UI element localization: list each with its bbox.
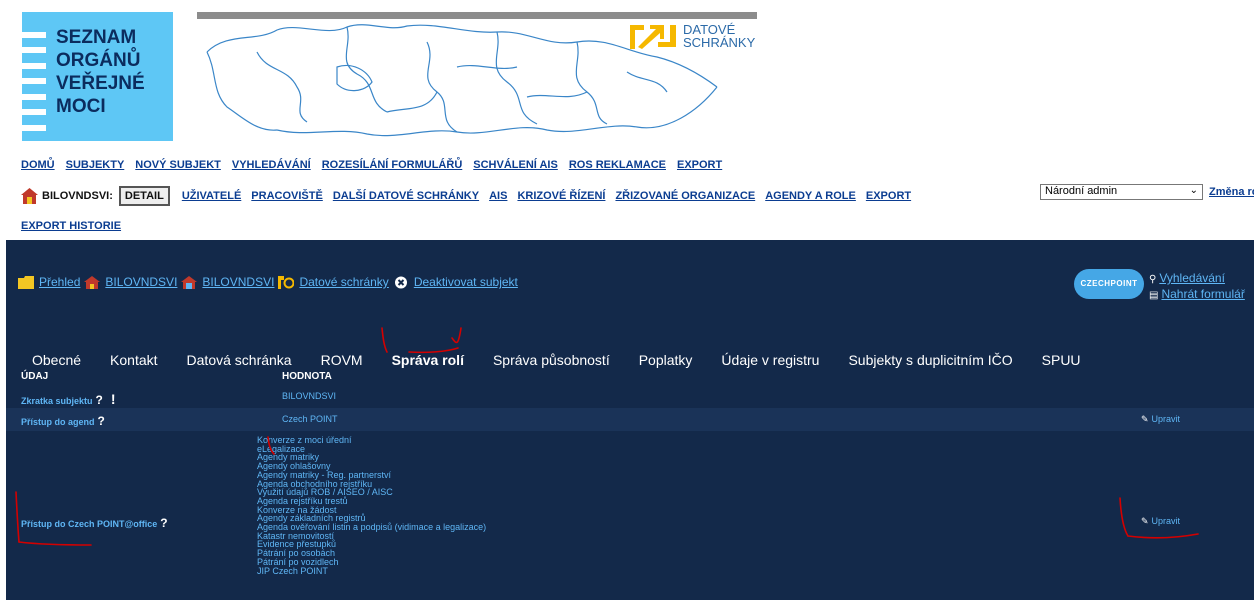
table-row: Přístup do agend? Czech POINT ✎ Upravit (6, 408, 1254, 431)
row-value: Czech POINT (282, 414, 338, 424)
datove-schranky-text: DATOVÉ SCHRÁNKY (683, 22, 756, 50)
map-top-bar (197, 12, 757, 19)
detail-button[interactable]: DETAIL (118, 186, 170, 206)
export-history-link[interactable]: EXPORT HISTORIE (21, 220, 121, 232)
czech-point-links: ⚲ Vyhledávání ▤ Nahrát formulář (1149, 271, 1245, 303)
home-icon (84, 275, 101, 289)
subject-code: BILOVNDSVI: (42, 190, 113, 202)
search-icon: ⚲ (1149, 274, 1157, 285)
agenda-list: Konverze z moci úřední eLegalizace Agend… (257, 436, 486, 575)
datove-schranky-link[interactable]: Datové schránky (299, 275, 388, 289)
nav-vyhledavani[interactable]: VYHLEDÁVÁNÍ (232, 159, 311, 171)
row-label: Přístup do Czech POINT@office? (21, 516, 168, 530)
pencil-icon: ✎ (1141, 414, 1149, 424)
nav-export[interactable]: EXPORT (677, 159, 722, 171)
czech-point-logo: CZECHPOINT (1074, 269, 1144, 299)
nav-subjekty[interactable]: SUBJEKTY (66, 159, 125, 171)
chevron-down-icon: ⌄ (1189, 185, 1198, 196)
subject-link-1[interactable]: BILOVNDSVI (105, 275, 177, 289)
subject-detail-panel: Přehled BILOVNDSVI BILOVNDSVI Datové sch… (6, 240, 1254, 600)
tab-subjekty-duplicitni-ico[interactable]: Subjekty s duplicitním IČO (848, 352, 1012, 368)
role-select-value: Národní admin (1045, 185, 1118, 197)
nav-agendy-a-role[interactable]: AGENDY A ROLE (765, 190, 856, 202)
datove-schranky-icon (278, 275, 295, 289)
role-select[interactable]: Národní admin ⌄ (1040, 184, 1203, 200)
deaktivovat-subjekt-link[interactable]: Deaktivovat subjekt (414, 275, 518, 289)
row-label: Přístup do agend? (21, 414, 105, 428)
home-blue-icon (181, 275, 198, 289)
tab-spuu[interactable]: SPUU (1042, 352, 1081, 368)
column-header-hodnota: HODNOTA (282, 371, 332, 382)
zmena-role-link[interactable]: Změna ro (1209, 186, 1254, 198)
subject-nav: BILOVNDSVI: DETAIL UŽIVATELÉ PRACOVIŠTĚ … (21, 186, 921, 206)
row-label: Zkratka subjektu?! (21, 391, 116, 407)
tab-rovm[interactable]: ROVM (321, 352, 363, 368)
edit-button[interactable]: ✎ Upravit (1141, 516, 1180, 527)
prehled-link[interactable]: Přehled (39, 275, 80, 289)
subject-breadcrumb: Přehled BILOVNDSVI BILOVNDSVI Datové sch… (18, 275, 522, 289)
row-value: BILOVNDSVI (282, 391, 337, 401)
nav-schvaleni-ais[interactable]: SCHVÁLENÍ AIS (473, 159, 558, 171)
vyhledavani-link[interactable]: Vyhledávání (1159, 271, 1225, 285)
help-icon[interactable]: ? (96, 393, 103, 407)
help-icon[interactable]: ? (98, 414, 105, 428)
table-row: Přístup do Czech POINT@office? ✎ Upravit (6, 431, 1254, 600)
folder-icon (18, 275, 34, 289)
subject-tabs: Obecné Kontakt Datová schránka ROVM Sprá… (32, 352, 1110, 368)
home-icon (21, 188, 38, 204)
nav-uzivatele[interactable]: UŽIVATELÉ (182, 190, 241, 202)
warning-icon: ! (110, 391, 116, 407)
help-icon[interactable]: ? (160, 516, 167, 530)
seznam-logo[interactable]: SEZNAM ORGÁNŮ VEŘEJNÉ MOCI (22, 12, 173, 141)
deactivate-icon (394, 276, 407, 288)
nav-pracoviste[interactable]: PRACOVIŠTĚ (251, 190, 323, 202)
column-header-udaj: ÚDAJ (21, 371, 49, 382)
document-icon: ▤ (1149, 290, 1159, 301)
main-nav: DOMŮ SUBJEKTY NOVÝ SUBJEKT VYHLEDÁVÁNÍ ROZES… (21, 159, 733, 171)
tab-sprava-roli[interactable]: Správa rolí (392, 352, 464, 368)
tab-sprava-pusobnosti[interactable]: Správa působností (493, 352, 610, 368)
datove-schranky-logo-icon (630, 25, 676, 49)
nav-export-subject[interactable]: EXPORT (866, 190, 911, 202)
tab-datova-schranka[interactable]: Datová schránka (187, 352, 292, 368)
subject-link-2[interactable]: BILOVNDSVI (202, 275, 274, 289)
nav-novy-subjekt[interactable]: NOVÝ SUBJEKT (135, 159, 221, 171)
nav-dalsi-datove-schranky[interactable]: DALŠÍ DATOVÉ SCHRÁNKY (333, 190, 479, 202)
nav-zrizovane-organizace[interactable]: ZŘIZOVANÉ ORGANIZACE (615, 190, 755, 202)
nav-domu[interactable]: DOMŮ (21, 159, 55, 171)
logo-text: SEZNAM ORGÁNŮ VEŘEJNÉ MOCI (56, 27, 145, 117)
tab-udaje-v-registru[interactable]: Údaje v registru (721, 352, 819, 368)
edit-button[interactable]: ✎ Upravit (1141, 414, 1180, 425)
nav-ros-reklamace[interactable]: ROS REKLAMACE (569, 159, 666, 171)
tab-kontakt[interactable]: Kontakt (110, 352, 157, 368)
tab-poplatky[interactable]: Poplatky (639, 352, 693, 368)
nav-rozesilani-formularu[interactable]: ROZESÍLÁNÍ FORMULÁŘŮ (322, 159, 463, 171)
tab-obecne[interactable]: Obecné (32, 352, 81, 368)
nahrat-formular-link[interactable]: Nahrát formulář (1161, 287, 1244, 301)
nav-krizove-rizeni[interactable]: KRIZOVÉ ŘÍZENÍ (517, 190, 605, 202)
nav-ais[interactable]: AIS (489, 190, 507, 202)
list-item: JIP Czech POINT (257, 565, 328, 576)
table-row: Zkratka subjektu?! BILOVNDSVI (6, 384, 1254, 408)
pencil-icon: ✎ (1141, 516, 1149, 526)
